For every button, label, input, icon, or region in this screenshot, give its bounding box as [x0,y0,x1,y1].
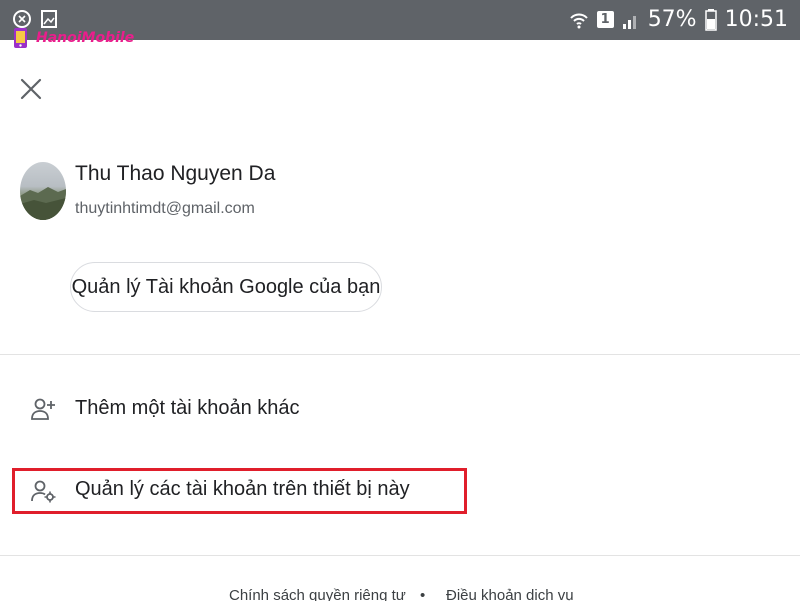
divider [0,354,800,355]
add-person-icon [31,398,55,420]
terms-of-service-link[interactable]: Điều khoản dịch vụ [446,587,574,601]
brand-watermark: HanoiMobile [10,26,134,50]
footer: Chính sách quyền riêng tư • Điều khoản d… [0,587,800,601]
battery-icon [704,8,717,31]
account-email: thuytinhtimdt@gmail.com [75,200,255,217]
divider [0,555,800,556]
highlight-box [12,468,467,514]
avatar[interactable] [20,162,66,220]
sim-slot-badge: 1 [596,11,614,28]
battery-percent: 57% [647,7,697,32]
account-name: Thu Thao Nguyen Da [75,162,276,185]
close-icon[interactable] [18,76,44,102]
brand-name: HanoiMobile [36,30,135,46]
privacy-policy-link[interactable]: Chính sách quyền riêng tư [229,587,406,601]
clock: 10:51 [724,7,788,32]
avatar-landscape-icon [20,187,66,220]
brand-logo-icon [14,28,27,48]
status-bar-right: 1 57% 10:51 [569,7,788,32]
add-account-item[interactable]: Thêm một tài khoản khác [75,397,300,420]
wifi-icon [569,13,588,28]
manage-google-account-button[interactable]: Quản lý Tài khoản Google của bạn [70,262,382,312]
footer-separator: • [420,587,426,601]
signal-icon [622,15,636,29]
